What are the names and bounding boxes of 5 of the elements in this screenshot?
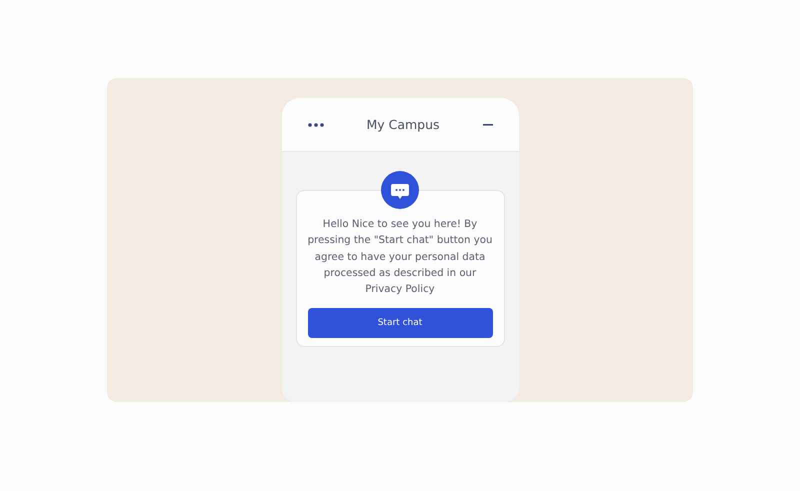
minimize-icon[interactable] bbox=[482, 124, 492, 126]
consent-message: Hello Nice to see you here! By pressing the "Start chat" button you agree to have your personal data processed as described in our Privacy Policy bbox=[308, 218, 492, 298]
start-chat-button[interactable]: Start chat bbox=[308, 308, 492, 338]
more-icon[interactable] bbox=[308, 122, 324, 126]
widget-title: My Campus bbox=[366, 117, 440, 132]
